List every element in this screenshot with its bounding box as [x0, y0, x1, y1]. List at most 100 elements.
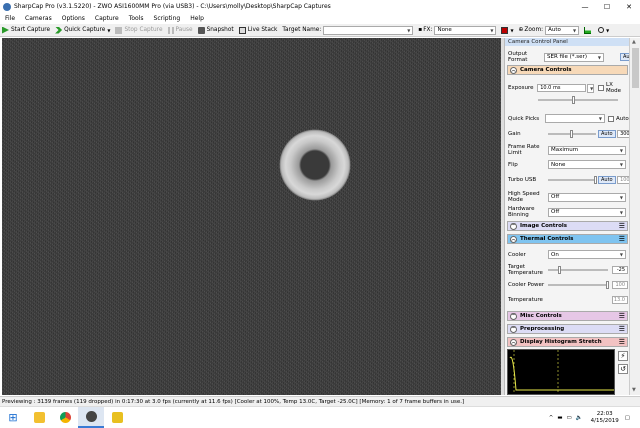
hamburger-menu-icon[interactable]: ☰ [619, 223, 625, 230]
gain-slider[interactable] [548, 130, 596, 138]
zoom-select[interactable]: Auto ▼ [545, 25, 580, 35]
gain-auto-button[interactable]: Auto [598, 130, 616, 138]
histogram-tool-button[interactable] [584, 26, 593, 34]
menu-bar: File Cameras Options Capture Tools Scrip… [0, 13, 640, 24]
thermal-controls-header[interactable]: ︿ Thermal Controls ☰ [507, 234, 628, 244]
cooler-row: Cooler On ▼ [508, 250, 626, 259]
cooler-power-label: Cooler Power [508, 282, 545, 288]
image-controls-header[interactable]: ﹀ Image Controls ☰ [507, 221, 628, 231]
system-tray: ^ ▬ ▭ 🔈 22:03 4/15/2019 ▢ [549, 407, 630, 428]
output-format-select[interactable]: SER file (*.ser) ▼ [544, 52, 604, 62]
target-name-input[interactable]: ▼ [323, 25, 414, 35]
exposure-slider-knob[interactable] [572, 96, 575, 104]
histogram-stretch-title: Display Histogram Stretch [520, 339, 602, 345]
volume-icon[interactable]: 🔈 [576, 415, 583, 421]
turbo-usb-slider[interactable] [548, 176, 597, 184]
expand-icon: ﹀ [510, 222, 517, 230]
menu-file[interactable]: File [0, 15, 20, 22]
output-format-auto-button[interactable]: Auto [620, 53, 629, 61]
snapshot-label: Snapshot [206, 27, 234, 33]
snapshot-button[interactable]: Snapshot [197, 26, 234, 34]
start-capture-button[interactable]: Start Capture [2, 26, 50, 34]
lx-mode-checkbox[interactable] [598, 85, 605, 91]
menu-help[interactable]: Help [185, 15, 209, 22]
turbo-usb-auto-button[interactable]: Auto [598, 176, 616, 184]
gain-slider-knob[interactable] [570, 130, 573, 138]
histogram-stretch-header[interactable]: ︿ Display Histogram Stretch ☰ [507, 337, 628, 347]
chevron-down-icon: ▼ [619, 252, 623, 257]
usb-icon[interactable]: ▬ [557, 415, 562, 421]
misc-controls-header[interactable]: ﹀ Misc Controls ☰ [507, 311, 628, 321]
fx-select[interactable]: None ▼ [434, 25, 497, 35]
camera-preview[interactable] [2, 38, 501, 395]
clock-date: 4/15/2019 [590, 417, 619, 424]
exposure-units-select[interactable]: ▼ [587, 83, 595, 93]
color-swatch-button[interactable]: ▼ [501, 26, 514, 34]
gain-value[interactable]: 300 [616, 130, 629, 138]
menu-capture[interactable]: Capture [90, 15, 124, 22]
pause-button[interactable]: Pause [167, 26, 193, 34]
menu-cameras[interactable]: Cameras [20, 15, 57, 22]
reset-icon[interactable]: ↺ [618, 364, 628, 374]
quick-picks-auto-checkbox[interactable] [608, 115, 614, 122]
quick-capture-button[interactable]: Quick Capture ▼ [55, 26, 110, 34]
focus-tool-button[interactable]: ▼ [598, 27, 609, 33]
preprocessing-header[interactable]: ﹀ Preprocessing ☰ [507, 324, 628, 334]
high-speed-select[interactable]: Off ▼ [548, 192, 626, 202]
chevron-down-icon: ▼ [490, 27, 494, 33]
taskbar-chrome[interactable] [52, 407, 78, 428]
scrollbar-thumb[interactable] [632, 48, 639, 88]
output-format-value: SER file (*.ser) [547, 54, 587, 60]
flip-select[interactable]: None ▼ [548, 160, 626, 169]
hamburger-menu-icon[interactable]: ☰ [619, 339, 625, 346]
taskbar-sharpcap[interactable] [78, 406, 104, 428]
stop-capture-button[interactable]: Stop Capture [115, 26, 163, 34]
start-button[interactable]: ⊞ [0, 407, 26, 428]
lightning-icon[interactable]: ⚡ [618, 351, 628, 361]
network-icon[interactable]: ▭ [567, 415, 572, 421]
hamburger-menu-icon[interactable]: ☰ [619, 236, 625, 243]
histogram-display[interactable] [507, 349, 615, 395]
lx-mode-label: LX Mode [606, 82, 622, 94]
exposure-input[interactable]: 10.0 ms [537, 84, 587, 92]
telescope-icon [111, 411, 123, 423]
scroll-down-icon[interactable]: ▼ [632, 387, 636, 393]
high-speed-row: High Speed Mode Off ▼ [508, 191, 626, 203]
turbo-usb-slider-knob[interactable] [594, 176, 597, 184]
quick-picks-select[interactable]: ▼ [545, 114, 605, 123]
cooler-power-slider [548, 281, 609, 289]
panel-scrollbar[interactable]: ▲ ▼ [629, 38, 640, 395]
taskbar-telescope-app[interactable] [104, 407, 130, 428]
collapse-icon: ︿ [510, 235, 517, 243]
menu-options[interactable]: Options [57, 15, 90, 22]
hamburger-menu-icon[interactable]: ☰ [619, 326, 625, 333]
exposure-value: 10.0 ms [540, 85, 561, 91]
target-temperature-slider-knob[interactable] [558, 266, 561, 274]
quick-picks-auto-label: Auto [616, 115, 629, 122]
window-title: SharpCap Pro (v3.1.5220) - ZWO ASI1600MM… [14, 3, 331, 10]
scroll-up-icon[interactable]: ▲ [632, 39, 636, 45]
target-temperature-value[interactable]: -25 [612, 266, 628, 274]
live-stack-button[interactable]: Live Stack [238, 26, 277, 34]
target-name-label: Target Name: [282, 27, 322, 33]
hamburger-menu-icon[interactable]: ☰ [619, 313, 625, 320]
taskbar-explorer[interactable] [26, 407, 52, 428]
camera-controls-header[interactable]: ︿ Camera Controls [507, 65, 628, 75]
minimize-button[interactable]: — [574, 0, 596, 13]
fx-label: FX: [423, 27, 433, 33]
menu-scripting[interactable]: Scripting [149, 15, 186, 22]
frame-rate-select[interactable]: Maximum ▼ [548, 145, 626, 155]
chevron-down-icon: ▼ [619, 209, 623, 215]
maximize-button[interactable]: ☐ [596, 0, 618, 13]
hardware-binning-select[interactable]: Off ▼ [548, 207, 626, 217]
exposure-slider[interactable] [538, 96, 618, 104]
stop-icon [115, 26, 123, 34]
cooler-select[interactable]: On ▼ [548, 250, 626, 259]
notifications-icon[interactable]: ▢ [625, 415, 630, 421]
turbo-usb-value[interactable]: 100 [616, 176, 629, 184]
clock[interactable]: 22:03 4/15/2019 [591, 411, 619, 425]
target-temperature-slider[interactable] [548, 266, 608, 274]
close-button[interactable]: ✕ [618, 0, 640, 13]
chevron-up-icon[interactable]: ^ [549, 415, 554, 421]
menu-tools[interactable]: Tools [124, 15, 149, 22]
